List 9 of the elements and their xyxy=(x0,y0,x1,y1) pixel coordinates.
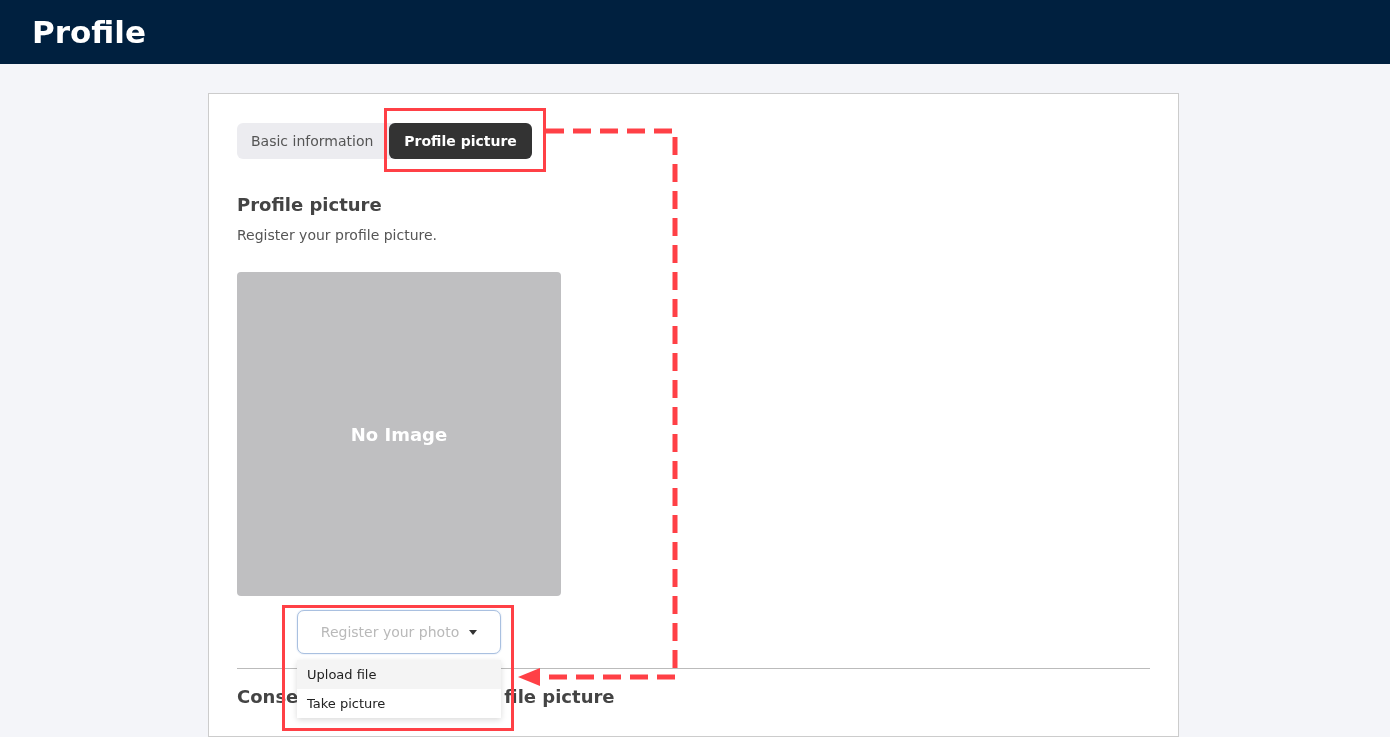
tab[interactable]: Basic information xyxy=(237,123,388,159)
section-heading: Profile picture xyxy=(237,194,383,215)
page-title: Profile xyxy=(32,14,146,50)
placeholder-text: No Image xyxy=(350,423,448,445)
menu-item[interactable]: Upload file xyxy=(297,660,501,689)
tab[interactable]: Profile picture xyxy=(389,123,532,159)
section-description: Register your profile picture. xyxy=(237,227,439,243)
menu-item[interactable]: Take picture xyxy=(297,689,501,718)
caret-icon xyxy=(469,629,478,635)
